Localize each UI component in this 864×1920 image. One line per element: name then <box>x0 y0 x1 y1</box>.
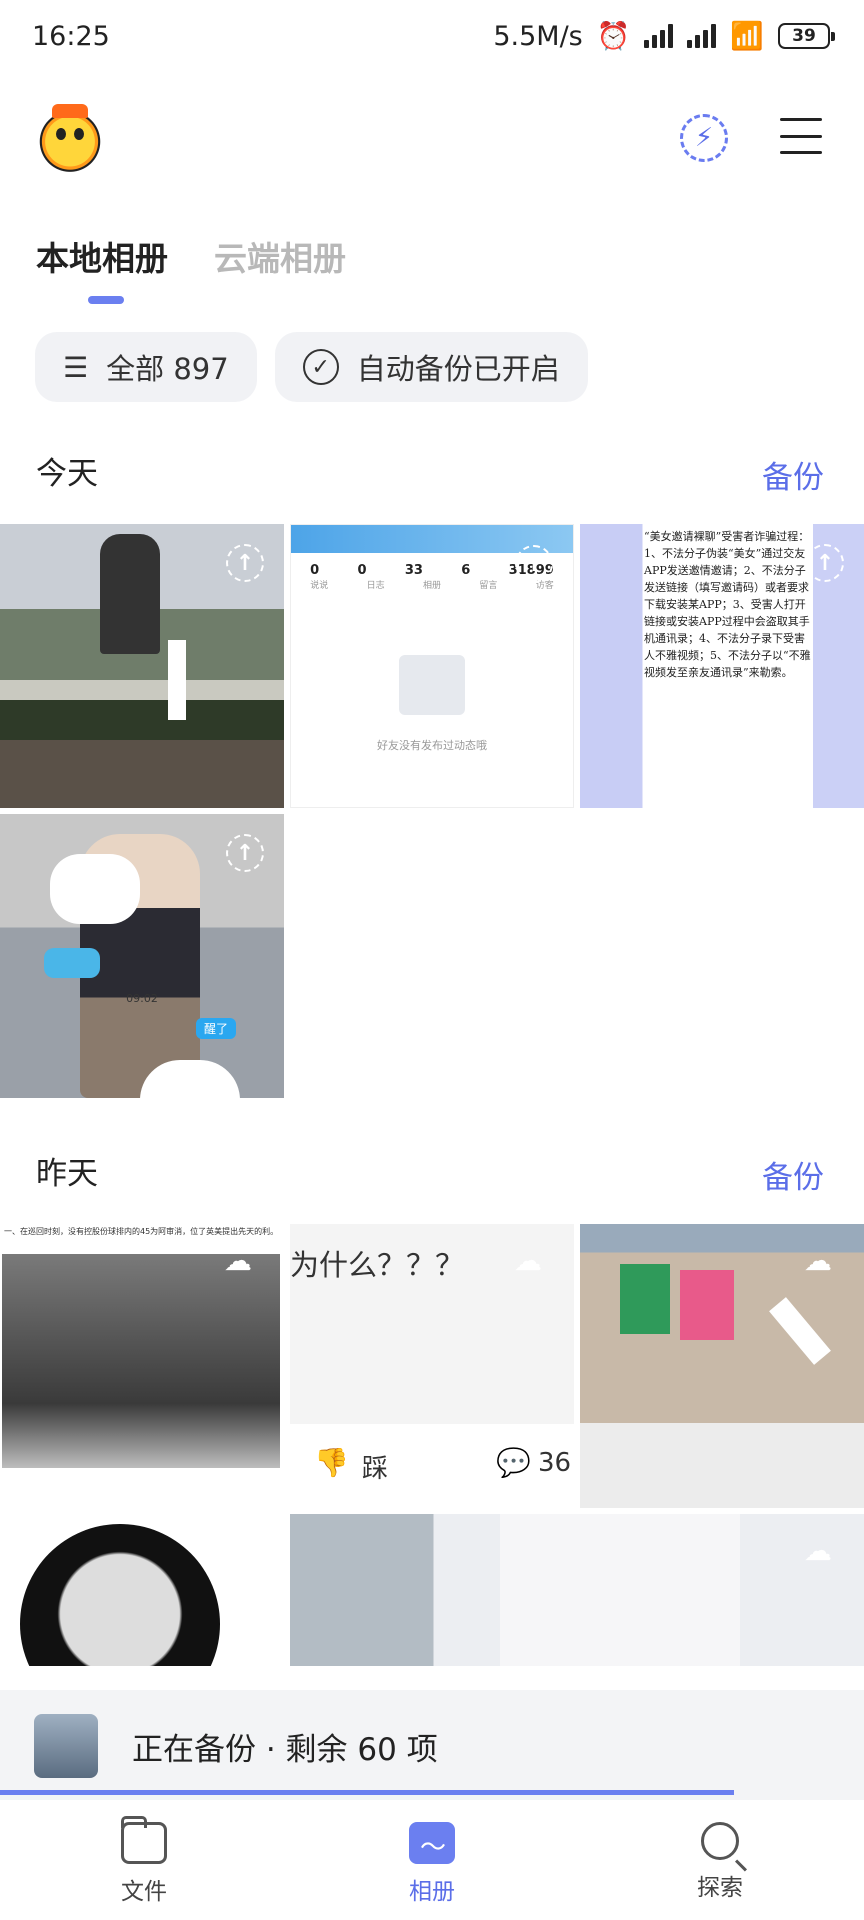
flash-icon[interactable]: ⚡ <box>680 114 728 162</box>
avatar-eye-right <box>74 128 84 140</box>
tab-local-album[interactable]: 本地相册 <box>36 232 168 280</box>
album-icon <box>409 1822 455 1864</box>
stat-label: 留言 <box>479 581 498 591</box>
stat-value: 6 <box>461 563 471 578</box>
sticker <box>50 854 140 924</box>
signal-hd-icon <box>687 24 717 48</box>
packet-white <box>769 1297 831 1365</box>
nav-files-label: 文件 <box>121 1879 167 1905</box>
upload-icon[interactable]: ↑ <box>806 544 844 582</box>
alarm-icon: ⏰ <box>596 21 631 52</box>
nav-explore[interactable]: 探索 <box>576 1800 864 1920</box>
backup-yesterday-button[interactable]: 备份 <box>762 1152 824 1197</box>
upload-icon[interactable]: ↑ <box>515 545 553 583</box>
auto-backup-chip[interactable]: ✓ 自动备份已开启 <box>274 332 588 402</box>
album-tabs: 本地相册 云端相册 <box>36 232 346 280</box>
photo-packets[interactable]: ☁ <box>580 1224 864 1508</box>
nav-album[interactable]: 相册 <box>288 1800 576 1920</box>
stat-value: 33 <box>404 563 423 578</box>
tab-indicator <box>88 296 124 304</box>
question-text: 为什么？？？ <box>290 1248 465 1282</box>
profile-empty-text: 好友没有发布过动态哦 <box>377 739 487 752</box>
nav-album-label: 相册 <box>409 1879 455 1905</box>
post-footer: 👎 踩 💬 36 <box>290 1424 574 1508</box>
stat-label: 相册 <box>422 581 441 591</box>
dislike-label: 踩 <box>362 1454 389 1484</box>
packet-green <box>620 1264 670 1334</box>
dress <box>500 1514 740 1666</box>
tab-cloud-album[interactable]: 云端相册 <box>214 232 346 280</box>
fraud-text: “美女邀请裸聊”受害者诈骗过程：1、不法分子伪装“美女”通过交友APP发送邀情邀… <box>644 530 811 679</box>
person-figure <box>168 640 186 720</box>
empty-state-icon <box>399 655 465 715</box>
check-circle-icon: ✓ <box>302 349 339 385</box>
stat-value: 0 <box>310 563 320 578</box>
photo-panda-meme[interactable] <box>0 1514 284 1666</box>
cloud-upload-icon[interactable]: ☁ <box>224 1244 266 1277</box>
video-time: 09:02 <box>126 992 158 1005</box>
section-title-today: 今天 <box>36 456 98 492</box>
packet-pink <box>680 1270 734 1340</box>
backup-today-button[interactable]: 备份 <box>762 452 824 497</box>
section-title-yesterday: 昨天 <box>36 1156 98 1192</box>
wifi-icon: 📶 <box>730 21 764 52</box>
nav-files[interactable]: 文件 <box>0 1800 288 1920</box>
stat-value: 0 <box>357 563 367 578</box>
backup-thumbnail <box>34 1714 98 1778</box>
dislike-icon: 👎 <box>314 1446 349 1479</box>
photo-fraud-notice[interactable]: “美女邀请裸聊”受害者诈骗过程：1、不法分子伪装“美女”通过交友APP发送邀情邀… <box>580 524 864 808</box>
cloud-upload-icon[interactable]: ☁ <box>804 1534 846 1567</box>
bottom-nav: 文件 相册 探索 <box>0 1800 864 1920</box>
photo-dress[interactable]: ☁ <box>290 1514 864 1666</box>
status-icons: 5.5M/s ⏰ 📶 39 <box>493 20 835 52</box>
avatar-eye-left <box>56 128 66 140</box>
comment-count: 36 <box>538 1448 572 1478</box>
news-photo <box>2 1254 280 1468</box>
signal-icon <box>644 24 674 48</box>
panda-face <box>20 1524 220 1666</box>
photo-profile-screenshot[interactable]: 0 0 33 6 31899 说说 日志 相册 留言 访客 好友没有发布过动态哦… <box>290 524 574 808</box>
network-speed: 5.5M/s <box>493 20 583 52</box>
battery-icon: 39 <box>778 23 835 49</box>
photo-news[interactable]: 一、在巡回时刻，没有控股份球排内的45为阿审消，位了英美提出先天的利。 ☁ <box>0 1224 284 1508</box>
stat-label: 说说 <box>310 581 329 591</box>
status-time: 16:25 <box>32 20 110 52</box>
avatar-crown <box>52 104 88 118</box>
backup-progress-bar <box>0 1790 735 1795</box>
backup-status-text: 正在备份 · 剩余 60 项 <box>132 1732 438 1768</box>
filter-chips: ☰ 全部 897 ✓ 自动备份已开启 <box>35 332 588 402</box>
comment-icon: 💬 <box>496 1446 531 1479</box>
stat-label: 日志 <box>366 581 385 591</box>
news-caption: 一、在巡回时刻，没有控股份球排内的45为阿审消，位了英美提出先天的利。 <box>4 1227 279 1236</box>
status-bar: 16:25 5.5M/s ⏰ 📶 39 <box>0 0 864 72</box>
search-icon <box>701 1822 739 1860</box>
nav-explore-label: 探索 <box>697 1875 743 1901</box>
upload-icon[interactable]: ↑ <box>226 544 264 582</box>
avatar[interactable] <box>34 102 106 174</box>
chat-sticker <box>44 948 100 978</box>
all-photos-chip[interactable]: ☰ 全部 897 <box>35 332 257 402</box>
cloud-upload-icon[interactable]: ☁ <box>804 1244 846 1277</box>
cloud-upload-icon[interactable]: ☁ <box>514 1244 556 1277</box>
menu-icon[interactable] <box>780 118 822 154</box>
chat-bubble: 醒了 <box>196 1018 237 1039</box>
auto-backup-label: 自动备份已开启 <box>356 352 560 386</box>
app-header: ⚡ <box>0 96 864 186</box>
backup-status-bar[interactable]: 正在备份 · 剩余 60 项 <box>0 1690 864 1800</box>
photo-statue[interactable]: ↑ <box>0 524 284 808</box>
statue-figure <box>100 534 160 654</box>
upload-icon[interactable]: ↑ <box>226 834 264 872</box>
list-icon: ☰ <box>63 350 89 384</box>
photo-question-post[interactable]: 为什么？？？ 👎 踩 💬 36 ☁ <box>290 1224 574 1508</box>
folder-icon <box>121 1816 167 1864</box>
all-photos-label: 全部 897 <box>106 352 229 386</box>
photo-girl-video[interactable]: 09:02 醒了 ↑ <box>0 814 284 1098</box>
